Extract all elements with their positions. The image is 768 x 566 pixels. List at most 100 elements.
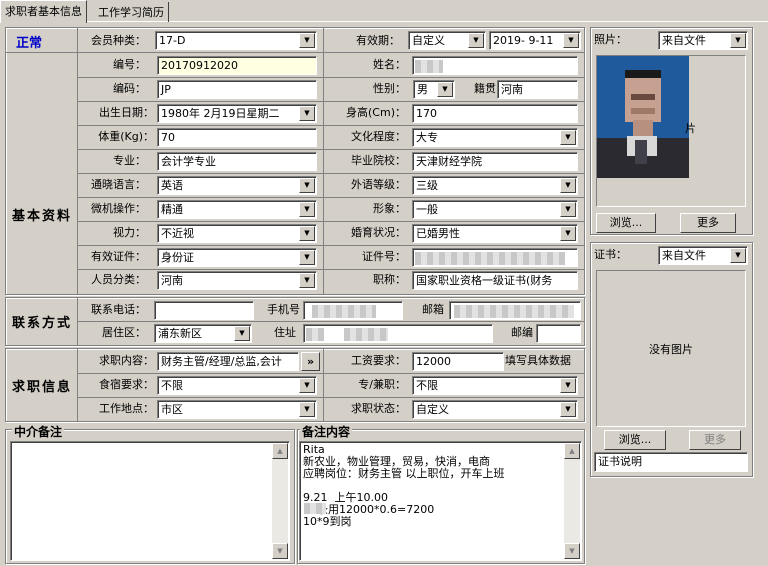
image-select[interactable]: 一般 ▼ bbox=[412, 200, 578, 219]
photo-frame: 片 bbox=[596, 55, 746, 207]
photo-more-button[interactable]: 更多 bbox=[680, 213, 736, 233]
birth-label: 出生日期： bbox=[99, 106, 154, 119]
agent-note-textarea[interactable]: ▲ ▼ bbox=[10, 441, 290, 561]
chevron-down-icon[interactable]: ▼ bbox=[560, 378, 576, 393]
member-type-select[interactable]: 17-D ▼ bbox=[155, 31, 317, 50]
tab-basic-info[interactable]: 求职者基本信息 bbox=[0, 0, 87, 23]
cert-browse-button[interactable]: 浏览... bbox=[604, 430, 666, 450]
scroll-up-icon[interactable]: ▲ bbox=[564, 443, 580, 459]
cert-label: 证书： bbox=[594, 248, 627, 261]
chevron-down-icon[interactable]: ▼ bbox=[560, 202, 576, 217]
origin-field[interactable]: 河南 bbox=[497, 80, 578, 99]
cert-desc-field[interactable]: 证书说明 bbox=[594, 452, 748, 472]
name-field[interactable] bbox=[412, 56, 578, 75]
marriage-select[interactable]: 已婚男性 ▼ bbox=[412, 224, 578, 243]
weight-label: 体重(Kg)： bbox=[98, 130, 154, 143]
chevron-down-icon[interactable]: ▼ bbox=[560, 178, 576, 193]
parttime-select[interactable]: 不限 ▼ bbox=[412, 376, 578, 395]
gender-select[interactable]: 男 ▼ bbox=[413, 80, 455, 99]
scrollbar[interactable]: ▲ ▼ bbox=[272, 443, 288, 559]
chevron-down-icon[interactable]: ▼ bbox=[299, 226, 315, 241]
mobile-label: 手机号 bbox=[267, 303, 300, 316]
job-content-more-button[interactable]: » bbox=[301, 352, 320, 371]
lang-level-select[interactable]: 三级 ▼ bbox=[412, 176, 578, 195]
chevron-down-icon[interactable]: ▼ bbox=[437, 82, 453, 97]
chevron-down-icon[interactable]: ▼ bbox=[560, 402, 576, 417]
chevron-down-icon[interactable]: ▼ bbox=[299, 273, 315, 288]
cert-placeholder: 没有图片 bbox=[649, 343, 693, 356]
id-type-select[interactable]: 身份证 ▼ bbox=[157, 248, 317, 267]
chevron-down-icon[interactable]: ▼ bbox=[234, 326, 250, 341]
chevron-down-icon[interactable]: ▼ bbox=[299, 33, 315, 48]
lodging-label: 食宿要求： bbox=[99, 378, 154, 391]
height-field[interactable]: 170 bbox=[412, 104, 578, 123]
chevron-down-icon[interactable]: ▼ bbox=[299, 178, 315, 193]
scroll-down-icon[interactable]: ▼ bbox=[272, 543, 288, 559]
zip-field[interactable] bbox=[536, 324, 581, 343]
validity-type-select[interactable]: 自定义 ▼ bbox=[408, 31, 486, 50]
remark-textarea[interactable]: Rita 新农业，物业管理，贸易，快消，电商 应聘岗位：财务主管 以上职位，开车… bbox=[299, 441, 582, 561]
computer-select[interactable]: 精通 ▼ bbox=[157, 200, 317, 219]
agent-note-title: 中介备注 bbox=[12, 423, 65, 440]
school-field[interactable]: 天津财经学院 bbox=[412, 152, 578, 171]
chevron-down-icon[interactable]: ▼ bbox=[468, 33, 484, 48]
address-field[interactable] bbox=[303, 324, 493, 343]
district-label: 居住区： bbox=[102, 326, 146, 339]
location-select[interactable]: 市区 ▼ bbox=[157, 400, 317, 419]
language-select[interactable]: 英语 ▼ bbox=[157, 176, 317, 195]
member-label: 会员种类： bbox=[91, 34, 146, 47]
parttime-label: 专/兼职： bbox=[358, 378, 406, 391]
chevron-down-icon[interactable]: ▼ bbox=[560, 130, 576, 145]
mobile-field[interactable] bbox=[303, 301, 403, 320]
height-label: 身高(Cm)： bbox=[346, 106, 406, 119]
weight-field[interactable]: 70 bbox=[157, 128, 317, 147]
chevron-down-icon[interactable]: ▼ bbox=[299, 402, 315, 417]
salary-field[interactable]: 12000 bbox=[412, 352, 504, 371]
email-label: 邮箱 bbox=[422, 303, 444, 316]
cert-source-select[interactable]: 来自文件 ▼ bbox=[658, 246, 748, 265]
zip-label: 邮编 bbox=[511, 326, 533, 339]
category-select[interactable]: 河南 ▼ bbox=[157, 271, 317, 290]
major-label: 专业： bbox=[113, 154, 146, 167]
validity-date-picker[interactable]: 2019- 9-11 ▼ bbox=[489, 31, 581, 50]
id-type-label: 有效证件： bbox=[91, 250, 146, 263]
photo-source-select[interactable]: 来自文件 ▼ bbox=[658, 31, 748, 50]
job-content-field[interactable]: 财务主管/经理/总监,会计 bbox=[157, 352, 299, 371]
major-field[interactable]: 会计学专业 bbox=[157, 152, 317, 171]
chevron-down-icon[interactable]: ▼ bbox=[730, 248, 746, 263]
email-field[interactable] bbox=[449, 301, 581, 320]
job-status-select[interactable]: 自定义 ▼ bbox=[412, 400, 578, 419]
vision-select[interactable]: 不近视 ▼ bbox=[157, 224, 317, 243]
tab-resume[interactable]: 工作学习简历 bbox=[94, 2, 169, 22]
category-label: 人员分类： bbox=[91, 273, 146, 286]
chevron-down-icon[interactable]: ▼ bbox=[560, 226, 576, 241]
title-label: 职称： bbox=[373, 273, 406, 286]
photo-label: 照片： bbox=[594, 33, 627, 46]
district-select[interactable]: 浦东新区 ▼ bbox=[154, 324, 252, 343]
photo-browse-button[interactable]: 浏览... bbox=[596, 213, 656, 233]
chevron-down-icon[interactable]: ▼ bbox=[299, 378, 315, 393]
chevron-down-icon[interactable]: ▼ bbox=[299, 106, 315, 121]
code-field[interactable]: JP bbox=[157, 80, 317, 99]
section-job: 求职信息 bbox=[12, 380, 73, 395]
lodging-select[interactable]: 不限 ▼ bbox=[157, 376, 317, 395]
cert-more-button[interactable]: 更多 bbox=[689, 430, 741, 450]
location-label: 工作地点： bbox=[99, 402, 154, 415]
chevron-down-icon[interactable]: ▼ bbox=[730, 33, 746, 48]
section-contact: 联系方式 bbox=[12, 316, 73, 331]
phone-field[interactable] bbox=[154, 301, 254, 320]
id-field[interactable]: 20170912020 bbox=[157, 56, 317, 75]
computer-label: 微机操作： bbox=[91, 202, 146, 215]
id-no-field[interactable] bbox=[412, 248, 578, 267]
job-content-label: 求职内容： bbox=[99, 354, 154, 367]
chevron-down-icon[interactable]: ▼ bbox=[563, 33, 579, 48]
scroll-up-icon[interactable]: ▲ bbox=[272, 443, 288, 459]
scrollbar[interactable]: ▲ ▼ bbox=[564, 443, 580, 559]
education-select[interactable]: 大专 ▼ bbox=[412, 128, 578, 147]
chevron-down-icon[interactable]: ▼ bbox=[299, 202, 315, 217]
birth-date-picker[interactable]: 1980年 2月19日星期二 ▼ bbox=[157, 104, 317, 123]
scroll-down-icon[interactable]: ▼ bbox=[564, 543, 580, 559]
id-no-label: 证件号： bbox=[362, 250, 406, 263]
title-field[interactable]: 国家职业资格一级证书(财务 bbox=[412, 271, 578, 290]
chevron-down-icon[interactable]: ▼ bbox=[299, 250, 315, 265]
